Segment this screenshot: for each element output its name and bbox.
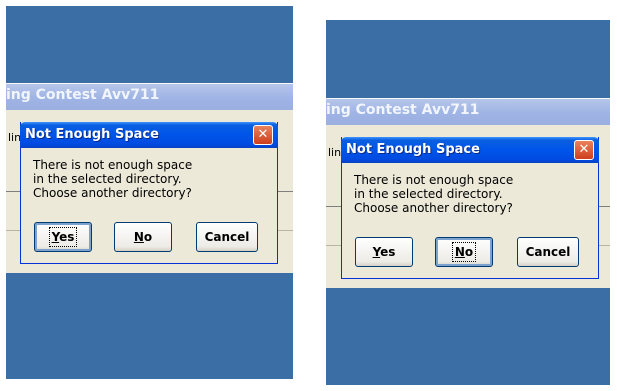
yes-button-label: Yes	[372, 245, 396, 259]
cancel-button-label: Cancel	[204, 230, 250, 244]
cancel-button[interactable]: Cancel	[517, 237, 579, 267]
dialog-message-line: There is not enough space	[354, 173, 514, 187]
no-button-label: No	[133, 230, 153, 244]
dialog-message-line: Choose another directory?	[33, 186, 192, 200]
screen-right: ing Contest Avv711 lin Not Enough Space …	[326, 20, 610, 385]
background-window-titlebar[interactable]: ing Contest Avv711	[326, 99, 610, 125]
screen-left: ing Contest Avv711 lin Not Enough Space …	[6, 6, 293, 379]
yes-button[interactable]: Yes	[34, 222, 92, 252]
yes-button-label: Yes	[48, 227, 78, 247]
not-enough-space-dialog: Not Enough Space ✕ There is not enough s…	[20, 122, 278, 264]
cancel-button-label: Cancel	[525, 245, 571, 259]
yes-button[interactable]: Yes	[355, 237, 413, 267]
no-button[interactable]: No	[114, 222, 172, 252]
cancel-button[interactable]: Cancel	[196, 222, 258, 252]
close-button[interactable]: ✕	[253, 125, 273, 145]
no-button-label: No	[451, 242, 477, 262]
dialog-message-line: in the selected directory.	[354, 187, 503, 201]
dialog-message: There is not enough space in the selecte…	[354, 173, 584, 215]
close-button[interactable]: ✕	[574, 140, 594, 160]
background-window-titlebar: ing Contest Avv711	[6, 84, 293, 110]
dialog-titlebar[interactable]: Not Enough Space ✕	[341, 137, 599, 163]
dialog-titlebar[interactable]: Not Enough Space ✕	[20, 122, 278, 148]
dialog-title: Not Enough Space	[25, 127, 159, 142]
close-icon: ✕	[578, 142, 590, 157]
close-icon: ✕	[257, 127, 269, 142]
dialog-title: Not Enough Space	[346, 142, 480, 157]
not-enough-space-dialog: Not Enough Space ✕ There is not enough s…	[341, 137, 599, 279]
no-button[interactable]: No	[435, 237, 493, 267]
background-window-title: ing Contest Avv711	[326, 102, 480, 118]
dialog-message: There is not enough space in the selecte…	[33, 158, 263, 200]
background-window-label: lin	[328, 146, 342, 159]
dialog-message-line: in the selected directory.	[33, 172, 182, 186]
background-window-title: ing Contest Avv711	[6, 87, 160, 103]
dialog-message-line: There is not enough space	[33, 158, 193, 172]
dialog-message-line: Choose another directory?	[354, 201, 513, 215]
